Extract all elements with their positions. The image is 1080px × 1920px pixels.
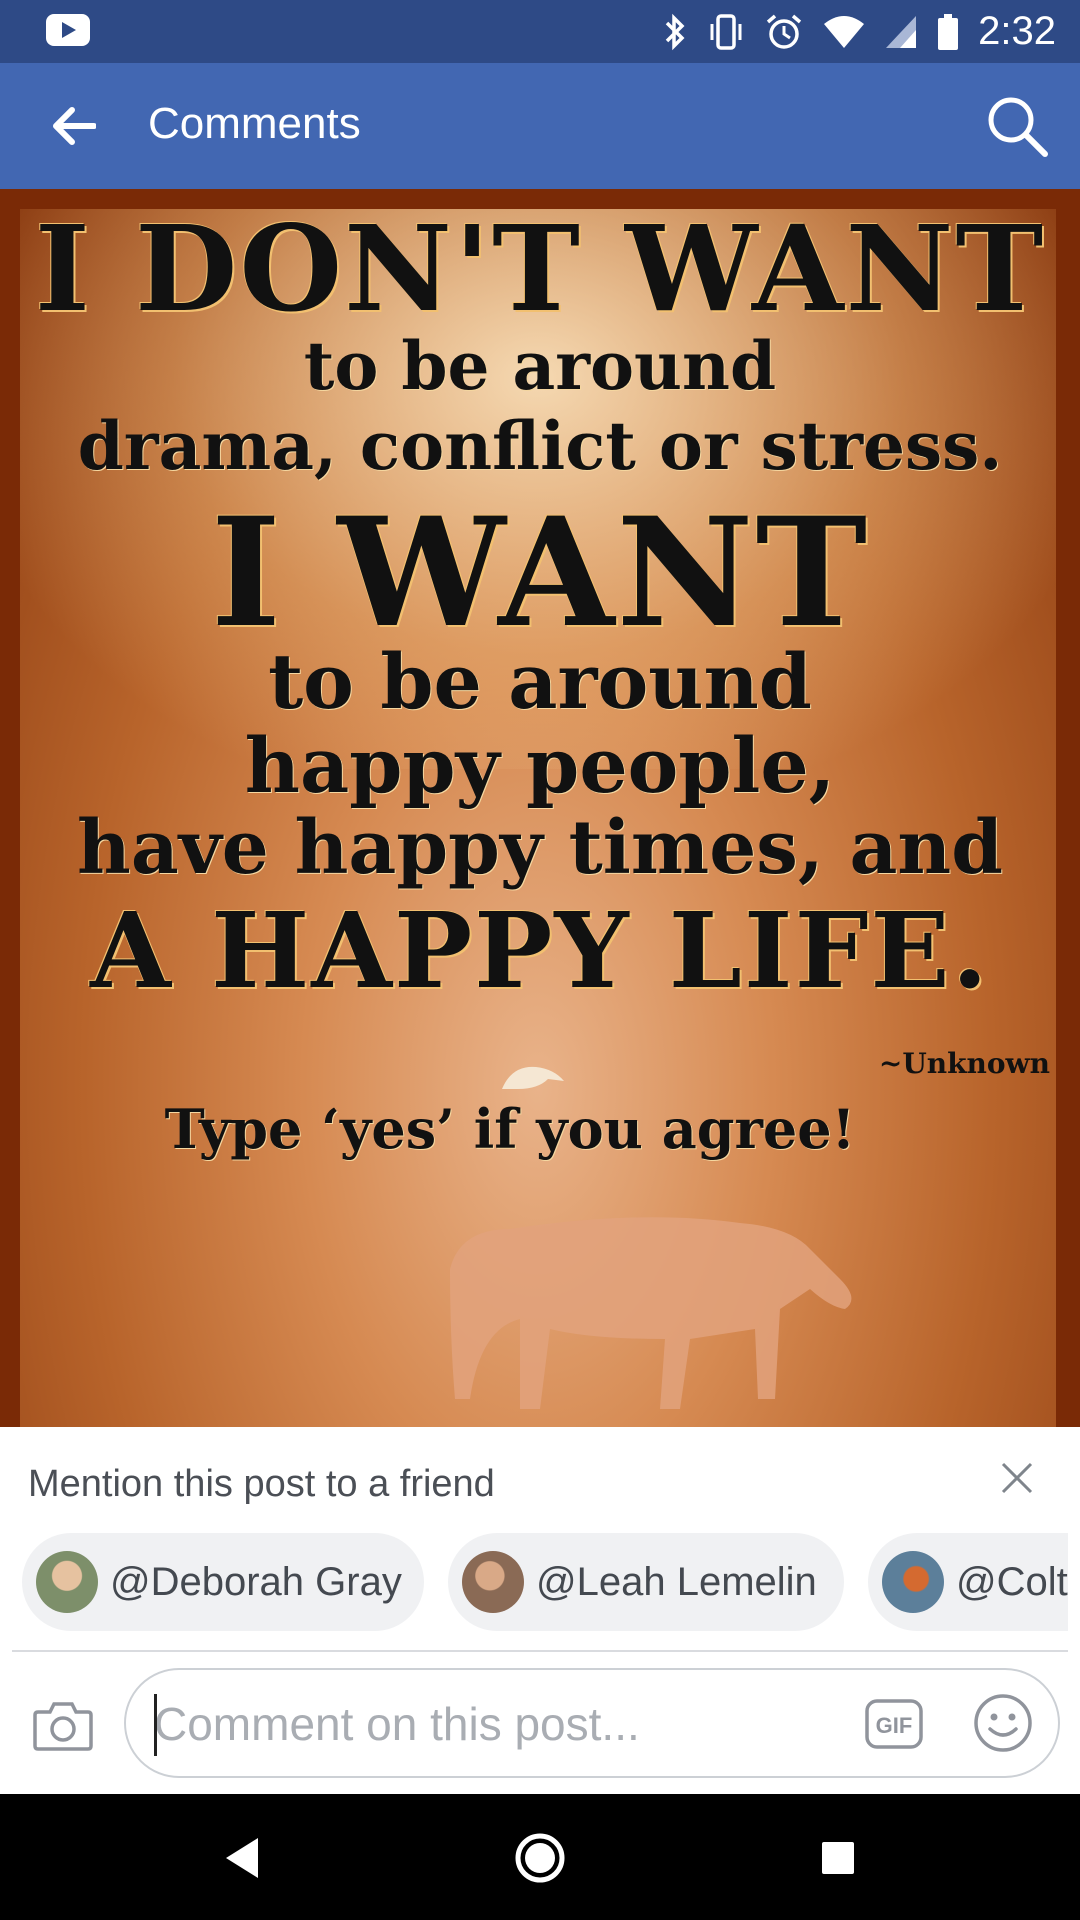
app-bar: Comments — [0, 63, 1080, 189]
mention-panel: Mention this post to a friend @Deborah G… — [0, 1427, 1080, 1648]
mention-chip-label: @Leah Lemelin — [536, 1559, 817, 1604]
back-button[interactable] — [40, 93, 106, 159]
navigation-bar — [0, 1794, 1080, 1920]
status-bar: 2:32 — [0, 0, 1080, 63]
mention-chip-colt[interactable]: @Colt — [868, 1533, 1068, 1631]
emoji-button[interactable] — [972, 1692, 1034, 1754]
comment-box: GIF — [124, 1668, 1060, 1778]
quote-attribution: ~Unknown — [878, 1047, 1050, 1080]
mention-chip-leah-lemelin[interactable]: @Leah Lemelin — [448, 1533, 844, 1631]
quote-call-to-action: Type ‘yes’ if you agree! — [164, 1097, 856, 1161]
gif-label: GIF — [876, 1713, 913, 1738]
gif-button[interactable]: GIF — [864, 1698, 924, 1750]
signal-icon — [886, 15, 917, 48]
youtube-icon — [46, 14, 90, 46]
mention-chip-label: @Colt — [956, 1559, 1068, 1604]
text-caret — [154, 1694, 157, 1756]
mention-title: Mention this post to a friend — [28, 1463, 495, 1505]
avatar — [36, 1551, 98, 1613]
alarm-icon — [767, 14, 802, 49]
quote-line-6: happy people, — [244, 721, 836, 810]
avatar — [882, 1551, 944, 1613]
search-button[interactable] — [982, 91, 1052, 161]
nav-home-button[interactable] — [510, 1828, 570, 1888]
status-time: 2:32 — [978, 9, 1056, 53]
triangle-back-icon — [226, 1838, 258, 1878]
quote-line-4: I WANT — [210, 485, 870, 661]
post-image[interactable]: I DON'T WANT to be around drama, conflic… — [0, 189, 1080, 1427]
comment-input[interactable] — [152, 1688, 836, 1760]
quote-line-1: I DON'T WANT — [34, 199, 1046, 338]
battery-icon — [938, 13, 959, 50]
quote-line-7: have happy times, and — [77, 805, 1003, 891]
square-recents-icon — [822, 1842, 854, 1874]
bluetooth-icon — [665, 13, 685, 50]
wifi-icon — [824, 15, 865, 48]
quote-line-2: to be around — [303, 327, 777, 405]
smiley-icon — [974, 1694, 1032, 1752]
quote-line-5: to be around — [268, 637, 812, 726]
mention-chip-deborah-gray[interactable]: @Deborah Gray — [22, 1533, 424, 1631]
mention-chip-label: @Deborah Gray — [110, 1559, 402, 1604]
circle-home-icon — [515, 1833, 565, 1883]
vibrate-icon — [710, 13, 742, 50]
close-button[interactable] — [992, 1453, 1042, 1503]
camera-button[interactable] — [30, 1692, 96, 1758]
nav-back-button[interactable] — [212, 1828, 272, 1888]
arrow-left-icon — [53, 107, 96, 145]
close-icon — [1001, 1462, 1033, 1494]
quote-line-3: drama, conflict or stress. — [77, 407, 1003, 485]
camera-icon — [33, 1702, 93, 1751]
quote-line-8: A HAPPY LIFE. — [90, 889, 990, 1012]
avatar — [462, 1551, 524, 1613]
comment-composer: GIF — [0, 1652, 1080, 1794]
page-title: Comments — [148, 99, 361, 148]
search-icon — [988, 97, 1048, 157]
gif-icon: GIF — [865, 1699, 923, 1749]
horse-image — [450, 1217, 852, 1409]
nav-recents-button[interactable] — [808, 1828, 868, 1888]
